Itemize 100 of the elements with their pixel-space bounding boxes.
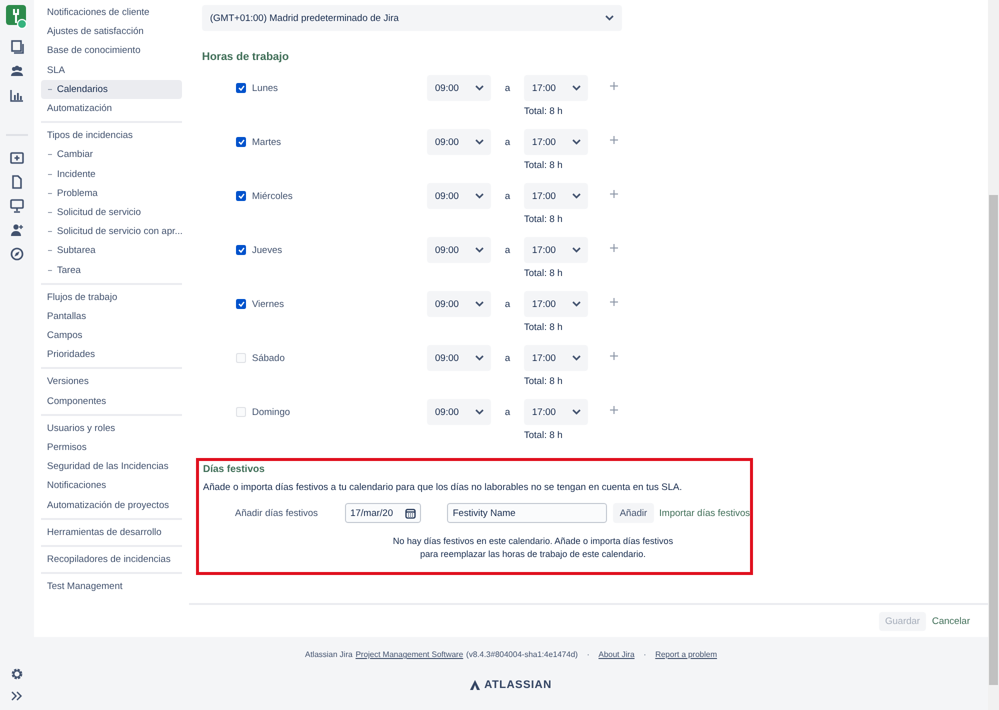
field-label: Añadir días festivos xyxy=(235,508,319,518)
start-time-select[interactable]: 09:00 xyxy=(427,183,491,209)
end-time-select[interactable]: 17:00 xyxy=(524,183,588,209)
chevron-down-icon xyxy=(605,15,614,21)
total-hours: Total: 8 h xyxy=(524,160,563,171)
footer-link[interactable]: Project Management Software xyxy=(356,650,464,659)
total-hours: Total: 8 h xyxy=(524,430,563,441)
sidebar-item[interactable]: Componentes xyxy=(41,392,182,411)
start-time-select[interactable]: 09:00 xyxy=(427,345,491,371)
end-time-select[interactable]: 17:00 xyxy=(524,345,588,371)
sidebar-item[interactable]: Automatización de proyectos xyxy=(41,496,182,515)
day-checkbox[interactable] xyxy=(236,191,246,201)
start-time-select[interactable]: 09:00 xyxy=(427,399,491,425)
chevron-down-icon xyxy=(475,409,484,415)
sidebar-item[interactable]: Recopiladores de incidencias xyxy=(41,550,182,570)
timezone-select[interactable]: (GMT+01:00) Madrid predeterminado de Jira xyxy=(202,5,622,31)
start-time-select[interactable]: 09:00 xyxy=(427,291,491,317)
sidebar-item[interactable]: Subtarea xyxy=(41,241,182,260)
sidebar-item[interactable]: Herramientas de desarrollo xyxy=(41,522,182,542)
start-time-select[interactable]: 09:00 xyxy=(427,237,491,263)
atlassian-logo: ATLASSIAN xyxy=(484,679,552,691)
add-icon[interactable] xyxy=(610,136,618,144)
sidebar-item[interactable]: Notificaciones de cliente xyxy=(41,3,182,22)
end-time-select[interactable]: 17:00 xyxy=(524,75,588,101)
chevron-down-icon xyxy=(475,355,484,361)
sidebar-item[interactable]: Problema xyxy=(41,184,182,203)
start-time-select[interactable]: 09:00 xyxy=(427,129,491,155)
day-checkbox[interactable] xyxy=(236,245,246,255)
sidebar-item[interactable]: Pantallas xyxy=(41,306,182,326)
day-label: Lunes xyxy=(252,82,278,94)
monitor-icon[interactable] xyxy=(10,199,24,213)
add-icon[interactable] xyxy=(610,352,618,360)
sidebar-item[interactable]: Notificaciones xyxy=(41,476,182,496)
holiday-name-field[interactable]: Festivity Name xyxy=(446,503,607,523)
holidays-description: Añade o importa días festivos a tu calendario para que los días no laborables no se tengan en cuenta en tus SLA. xyxy=(203,482,682,493)
scrollbar-thumb[interactable] xyxy=(989,195,998,685)
add-icon[interactable] xyxy=(610,82,618,90)
sidebar-item[interactable]: Campos xyxy=(41,326,182,346)
day-label: Miércoles xyxy=(252,190,293,202)
sidebar-item[interactable]: Cambiar xyxy=(41,145,182,164)
sidebar-item[interactable]: Prioridades xyxy=(41,345,182,364)
to-label: a xyxy=(504,136,510,148)
compass-icon[interactable] xyxy=(10,247,24,261)
bar-chart-icon[interactable] xyxy=(10,88,24,102)
day-checkbox[interactable] xyxy=(236,83,246,93)
sidebar-item[interactable]: Usuarios y roles xyxy=(41,418,182,438)
to-label: a xyxy=(504,406,510,418)
sidebar-item[interactable]: Test Management xyxy=(41,577,182,596)
calendar-icon[interactable] xyxy=(404,508,416,518)
sidebar-item[interactable]: Permisos xyxy=(41,438,182,458)
footer-link[interactable]: About Jira xyxy=(598,650,635,659)
end-time-select[interactable]: 17:00 xyxy=(524,237,588,263)
project-logo-icon[interactable] xyxy=(6,5,28,29)
sidebar-item[interactable]: Solicitud de servicio con apr... xyxy=(41,222,182,242)
screen-add-icon[interactable] xyxy=(10,151,24,165)
people-icon[interactable] xyxy=(10,64,24,78)
sidebar-item[interactable]: Versiones xyxy=(41,372,182,392)
settings-icon[interactable] xyxy=(10,667,24,681)
sidebar-item[interactable]: Calendarios xyxy=(41,80,182,99)
import-link[interactable]: Importar días festivos xyxy=(659,508,750,518)
end-time-select[interactable]: 17:00 xyxy=(524,399,588,425)
chevron-down-icon xyxy=(572,247,581,253)
sidebar-item[interactable]: Seguridad de las Incidencias xyxy=(41,457,182,476)
add-icon[interactable] xyxy=(610,298,618,306)
add-icon[interactable] xyxy=(610,244,618,252)
add-button[interactable]: Añadir xyxy=(612,503,654,523)
sidebar-item[interactable]: Solicitud de servicio xyxy=(41,202,182,222)
chevron-down-icon xyxy=(572,139,581,145)
sidebar-item[interactable]: Base de conocimiento xyxy=(41,41,182,61)
total-hours: Total: 8 h xyxy=(524,268,563,279)
date-field[interactable]: 17/mar/20 xyxy=(345,503,421,523)
expand-icon[interactable] xyxy=(11,691,23,701)
to-label: a xyxy=(504,244,510,256)
chevron-down-icon xyxy=(572,409,581,415)
sidebar-item[interactable]: Ajustes de satisfacción xyxy=(41,22,182,42)
cancel-link[interactable]: Cancelar xyxy=(932,616,970,626)
section-title: Días festivos xyxy=(203,464,265,475)
sidebar-item[interactable]: Tarea xyxy=(41,260,182,280)
day-checkbox[interactable] xyxy=(236,137,246,147)
total-hours: Total: 8 h xyxy=(524,106,563,117)
footer-link[interactable]: Report a problem xyxy=(655,650,718,659)
add-icon[interactable] xyxy=(610,406,618,414)
document-icon[interactable] xyxy=(10,175,24,189)
empty-message: No hay días festivos en este calendario. Añade o importa días festivos para reemplazar las horas de trabajo de este calendario. xyxy=(392,535,674,561)
day-label: Viernes xyxy=(252,298,284,310)
add-user-icon[interactable] xyxy=(10,223,24,237)
footer-text: Atlassian Jira xyxy=(304,650,353,659)
sidebar-item[interactable]: Automatización xyxy=(41,98,182,118)
logo-icon xyxy=(470,680,480,690)
day-checkbox[interactable] xyxy=(236,299,246,309)
start-time-select[interactable]: 09:00 xyxy=(427,75,491,101)
pages-icon[interactable] xyxy=(10,40,24,54)
sidebar-item[interactable]: SLA xyxy=(41,60,182,80)
end-time-select[interactable]: 17:00 xyxy=(524,129,588,155)
sidebar-item[interactable]: Tipos de incidencias xyxy=(41,126,182,146)
sidebar-item[interactable]: Flujos de trabajo xyxy=(41,288,182,307)
sidebar-item[interactable]: Incidente xyxy=(41,164,182,184)
add-icon[interactable] xyxy=(610,190,618,198)
to-label: a xyxy=(504,352,510,364)
end-time-select[interactable]: 17:00 xyxy=(524,291,588,317)
